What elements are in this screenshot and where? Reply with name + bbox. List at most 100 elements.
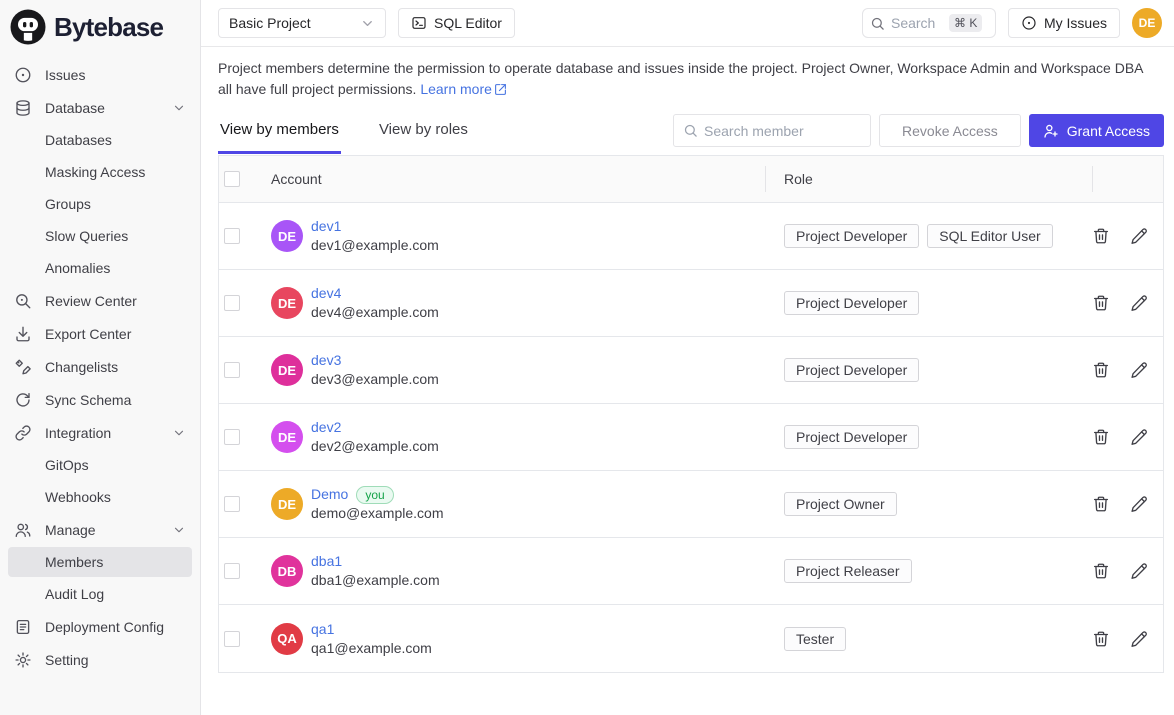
sidebar-item-issues[interactable]: Issues (8, 60, 192, 90)
column-account: Account (271, 171, 322, 187)
sidebar-item-groups[interactable]: Groups (8, 189, 192, 219)
integration-icon (14, 424, 32, 442)
member-email: dba1@example.com (311, 571, 440, 590)
row-checkbox[interactable] (224, 362, 240, 378)
delete-member-button[interactable] (1092, 427, 1112, 447)
sidebar-item-changelists[interactable]: Changelists (8, 352, 192, 382)
edit-member-button[interactable] (1130, 360, 1150, 380)
terminal-icon (411, 15, 427, 31)
row-checkbox[interactable] (224, 563, 240, 579)
tab-view-by-members[interactable]: View by members (218, 115, 341, 154)
pencil-icon (1130, 294, 1148, 312)
grant-access-button[interactable]: Grant Access (1029, 114, 1164, 147)
edit-member-button[interactable] (1130, 561, 1150, 581)
learn-more-link[interactable]: Learn more (420, 79, 507, 100)
member-email: demo@example.com (311, 504, 444, 523)
pencil-icon (1130, 562, 1148, 580)
sidebar-item-sync-schema[interactable]: Sync Schema (8, 385, 192, 415)
trash-icon (1092, 495, 1110, 513)
sync-schema-icon (14, 391, 32, 409)
sidebar: Bytebase Issues Database Databases Maski… (0, 0, 201, 715)
global-search[interactable]: ⌘ K (862, 8, 996, 38)
row-checkbox[interactable] (224, 631, 240, 647)
gear-icon (14, 651, 32, 669)
pencil-icon (1130, 428, 1148, 446)
delete-member-button[interactable] (1092, 226, 1112, 246)
member-name-link[interactable]: dev2 (311, 418, 341, 437)
users-icon (14, 521, 32, 539)
edit-member-button[interactable] (1130, 494, 1150, 514)
sidebar-item-slow-queries[interactable]: Slow Queries (8, 221, 192, 251)
row-checkbox[interactable] (224, 429, 240, 445)
sidebar-item-deployment-config[interactable]: Deployment Config (8, 612, 192, 642)
edit-member-button[interactable] (1130, 226, 1150, 246)
changelists-icon (14, 358, 32, 376)
delete-member-button[interactable] (1092, 629, 1112, 649)
main-area: Basic Project SQL Editor ⌘ K My Issues (201, 0, 1174, 715)
row-checkbox[interactable] (224, 496, 240, 512)
brand-logo[interactable]: Bytebase (0, 0, 200, 52)
member-name-link[interactable]: Demo (311, 485, 348, 504)
members-page: Project members determine the permission… (201, 47, 1174, 673)
member-name-link[interactable]: qa1 (311, 620, 334, 639)
delete-member-button[interactable] (1092, 293, 1112, 313)
edit-member-button[interactable] (1130, 629, 1150, 649)
sidebar-item-database[interactable]: Database (8, 93, 192, 123)
member-name-link[interactable]: dev4 (311, 284, 341, 303)
member-email: dev2@example.com (311, 437, 439, 456)
edit-member-button[interactable] (1130, 293, 1150, 313)
row-checkbox[interactable] (224, 228, 240, 244)
tab-view-by-roles[interactable]: View by roles (377, 115, 470, 154)
pencil-icon (1130, 227, 1148, 245)
member-name-link[interactable]: dba1 (311, 552, 342, 571)
role-badge: SQL Editor User (927, 224, 1052, 248)
project-select[interactable]: Basic Project (218, 8, 386, 38)
delete-member-button[interactable] (1092, 360, 1112, 380)
topbar: Basic Project SQL Editor ⌘ K My Issues (201, 0, 1174, 47)
trash-icon (1092, 428, 1110, 446)
member-email: dev3@example.com (311, 370, 439, 389)
sidebar-item-export-center[interactable]: Export Center (8, 319, 192, 349)
my-issues-button[interactable]: My Issues (1008, 8, 1120, 38)
brand-name: Bytebase (54, 12, 163, 43)
member-email: dev1@example.com (311, 236, 439, 255)
row-checkbox[interactable] (224, 295, 240, 311)
sidebar-item-databases[interactable]: Databases (8, 125, 192, 155)
chevron-down-icon (172, 101, 186, 115)
pencil-icon (1130, 495, 1148, 513)
sidebar-item-review-center[interactable]: Review Center (8, 286, 192, 316)
revoke-access-button[interactable]: Revoke Access (879, 114, 1021, 147)
sidebar-item-gitops[interactable]: GitOps (8, 450, 192, 480)
page-description: Project members determine the permission… (218, 58, 1158, 100)
edit-member-button[interactable] (1130, 427, 1150, 447)
export-center-icon (14, 325, 32, 343)
sidebar-item-audit-log[interactable]: Audit Log (8, 579, 192, 609)
table-row: QA qa1 qa1@example.com Tester (219, 605, 1163, 672)
you-badge: you (356, 486, 393, 504)
global-search-input[interactable] (891, 15, 943, 31)
sidebar-item-manage[interactable]: Manage (8, 515, 192, 545)
member-search[interactable] (673, 114, 871, 147)
role-badge: Project Developer (784, 291, 919, 315)
table-row: DE dev2 dev2@example.com Project Develop… (219, 404, 1163, 471)
chevron-down-icon (360, 16, 375, 31)
search-icon (870, 16, 885, 31)
table-header: Account Role (219, 156, 1163, 203)
sidebar-item-members[interactable]: Members (8, 547, 192, 577)
select-all-checkbox[interactable] (224, 171, 240, 187)
sidebar-item-webhooks[interactable]: Webhooks (8, 482, 192, 512)
member-search-input[interactable] (704, 123, 861, 139)
avatar: QA (271, 623, 303, 655)
delete-member-button[interactable] (1092, 494, 1112, 514)
member-name-link[interactable]: dev1 (311, 217, 341, 236)
sidebar-item-masking-access[interactable]: Masking Access (8, 157, 192, 187)
chevron-down-icon (172, 426, 186, 440)
sql-editor-button[interactable]: SQL Editor (398, 8, 515, 38)
sidebar-item-integration[interactable]: Integration (8, 418, 192, 448)
member-name-link[interactable]: dev3 (311, 351, 341, 370)
database-icon (14, 99, 32, 117)
user-avatar[interactable]: DE (1132, 8, 1162, 38)
sidebar-item-anomalies[interactable]: Anomalies (8, 253, 192, 283)
sidebar-item-setting[interactable]: Setting (8, 645, 192, 675)
delete-member-button[interactable] (1092, 561, 1112, 581)
